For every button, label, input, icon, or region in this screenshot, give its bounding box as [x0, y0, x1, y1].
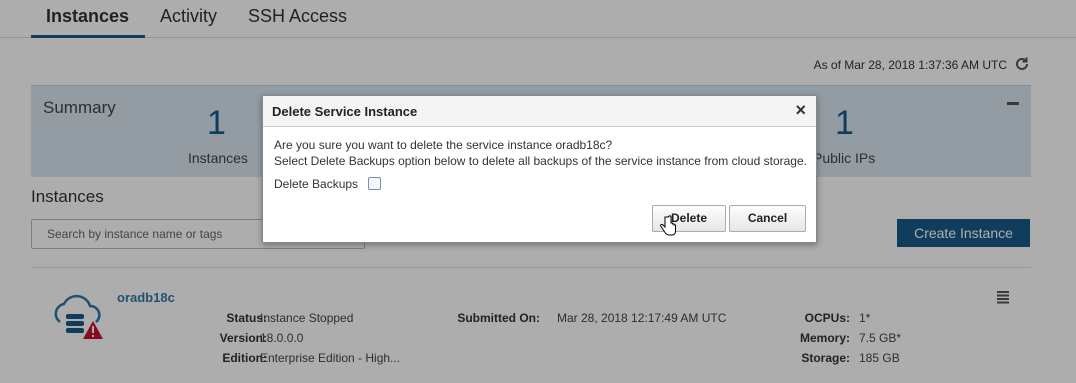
hand-cursor-icon: [660, 215, 676, 236]
close-icon[interactable]: ×: [795, 100, 806, 121]
delete-backups-checkbox[interactable]: [368, 177, 381, 190]
cancel-button[interactable]: Cancel: [729, 205, 806, 232]
dialog-message-line1: Are you sure you want to delete the serv…: [274, 138, 613, 152]
dialog-title: Delete Service Instance: [272, 104, 418, 119]
delete-instance-dialog: Delete Service Instance × Are you sure y…: [262, 95, 817, 243]
dialog-message-line2: Select Delete Backups option below to de…: [274, 154, 807, 168]
dialog-header: Delete Service Instance ×: [263, 96, 816, 127]
delete-backups-label: Delete Backups: [274, 177, 359, 191]
